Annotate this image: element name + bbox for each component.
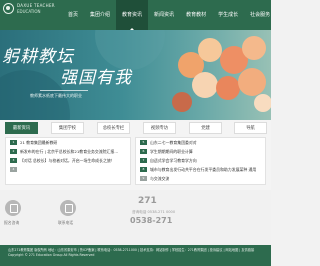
flower-shape — [242, 36, 266, 60]
flower-shape — [216, 76, 240, 100]
news-item[interactable]: 2 新发布的在行 | 北京平总校长和21教育业务交流院汇报... — [6, 147, 130, 156]
phone-number[interactable]: 0538-271 — [130, 216, 172, 225]
news-item[interactable]: 8 城市与教育出发行动共平台在行发平委员和助力发展某种 通用 — [136, 165, 265, 174]
news-tag: 7 — [140, 158, 147, 163]
news-title: 【对话 总校长】与校者对话，开启一场生命成长之旅！ — [20, 158, 115, 163]
tab-navigation[interactable]: 导航 — [234, 122, 267, 134]
logo-mark-icon — [3, 3, 14, 14]
contact-strip: 报名咨询 联系电话 271 咨询电话 0538-271 0000 0538-27… — [0, 190, 271, 245]
news-list: 5 山东二七一教育集团委对对 6 学生期期期间的职业计算 7 自适式学会学习教育… — [136, 138, 265, 183]
news-item[interactable]: 6 学生期期期间的职业计算 — [136, 147, 265, 156]
site-footer: 山东271教育集团 版权所有 地址：山东省泰安市 | 鲁ICP备案 | 联系电话… — [0, 245, 271, 266]
news-item[interactable]: 4 — [6, 165, 130, 174]
news-tag: 6 — [140, 149, 147, 154]
flower-shape — [172, 92, 192, 112]
news-item[interactable]: 9 与交流交流 — [136, 174, 265, 183]
news-title: 与交流交流 — [150, 176, 170, 181]
news-title: 城市与教育出发行动共平台在行发平委员和助力发展某种 通用 — [150, 167, 257, 172]
site-logo[interactable]: DAXUE TEACHER EDUCATION — [3, 3, 55, 21]
main-nav: 首页 集团介绍 教育资讯 新闻资讯 教育教材 学生成长 社会服务 — [62, 0, 271, 30]
news-tag: 8 — [140, 167, 147, 172]
news-item[interactable]: 5 山东二七一教育集团委对对 — [136, 138, 265, 147]
footer-line2: Copyright © 271 Education Group All Righ… — [8, 253, 95, 257]
news-title: 新发布的在行 | 北京平总校长和21教育业务交流院汇报... — [20, 149, 119, 154]
phone-icon[interactable] — [60, 200, 76, 216]
nav-item-student-growth[interactable]: 学生成长 — [212, 0, 244, 30]
tab-video-interviews[interactable]: 视频专访 — [143, 122, 176, 134]
news-title: 山东二七一教育集团委对对 — [150, 140, 197, 145]
news-tag: 9 — [140, 176, 147, 181]
news-tag: 1 — [10, 140, 17, 145]
footer-info: 山东271教育集团 版权所有 地址：山东省泰安市 | 鲁ICP备案 | 联系电话… — [8, 248, 266, 258]
news-title: 21 教育集团最新教研 — [20, 140, 58, 145]
tab-party-building[interactable]: 党建 — [189, 122, 222, 134]
logo-text-line2: EDUCATION — [17, 9, 41, 14]
flower-shape — [238, 68, 266, 96]
news-panel-left: 1 21 教育集团最新教研 2 新发布的在行 | 北京平总校长和21教育业务交流… — [5, 137, 131, 185]
flower-shape — [254, 94, 271, 112]
nav-item-social-service[interactable]: 社会服务 — [244, 0, 271, 30]
news-panel-right: 5 山东二七一教育集团委对对 6 学生期期期间的职业计算 7 自适式学会学习教育… — [135, 137, 266, 185]
nav-item-home[interactable]: 首页 — [62, 0, 84, 30]
news-tag: 2 — [10, 149, 17, 154]
news-item[interactable]: 3 【对话 总校长】与校者对话，开启一场生命成长之旅！ — [6, 156, 130, 165]
phone-label[interactable]: 联系电话 — [58, 220, 73, 226]
tab-principal-column[interactable]: 总校长专栏 — [97, 122, 130, 134]
nav-item-news[interactable]: 新闻资讯 — [148, 0, 180, 30]
banner-divider — [40, 90, 88, 91]
tab-latest-news[interactable]: 最新资讯 — [5, 122, 38, 134]
logo-text-line1: DAXUE TEACHER — [17, 3, 55, 8]
news-list: 1 21 教育集团最新教研 2 新发布的在行 | 北京平总校长和21教育业务交流… — [6, 138, 130, 174]
nav-item-teaching-materials[interactable]: 教育教材 — [180, 0, 212, 30]
news-title: 自适式学会学习教育学方向 — [150, 158, 197, 163]
phone-big-number: 271 — [138, 196, 157, 206]
flower-shape — [198, 38, 222, 62]
flower-shape — [192, 72, 218, 98]
nav-item-group-intro[interactable]: 集团介绍 — [84, 0, 116, 30]
news-tag: 4 — [10, 167, 17, 172]
nav-item-education-news[interactable]: 教育资讯 — [116, 0, 149, 30]
top-nav-bar: DAXUE TEACHER EDUCATION 首页 集团介绍 教育资讯 新闻资… — [0, 0, 271, 30]
news-title: 学生期期期间的职业计算 — [150, 149, 193, 154]
flower-bouquet-image — [168, 32, 271, 120]
news-item[interactable]: 7 自适式学会学习教育学方向 — [136, 156, 265, 165]
news-item[interactable]: 1 21 教育集团最新教研 — [6, 138, 130, 147]
news-tag: 3 — [10, 158, 17, 163]
tab-group-schools[interactable]: 集团学校 — [51, 122, 84, 134]
page-root: DAXUE TEACHER EDUCATION 首页 集团介绍 教育资讯 新闻资… — [0, 0, 271, 266]
signup-icon[interactable] — [5, 200, 21, 216]
signup-label[interactable]: 报名咨询 — [4, 220, 19, 226]
hero-banner[interactable]: 躬耕教坛 强国有我 教师素水纸底下最伟大的职业 — [0, 30, 271, 120]
content-tabs: 最新资讯 集团学校 总校长专栏 视频专访 党建 导航 — [5, 122, 267, 134]
banner-title-line2: 强国有我 — [60, 68, 132, 88]
banner-subtitle: 教师素水纸底下最伟大的职业 — [30, 93, 82, 98]
phone-hint: 咨询电话 0538-271 0000 — [132, 210, 176, 214]
news-tag: 5 — [140, 140, 147, 145]
